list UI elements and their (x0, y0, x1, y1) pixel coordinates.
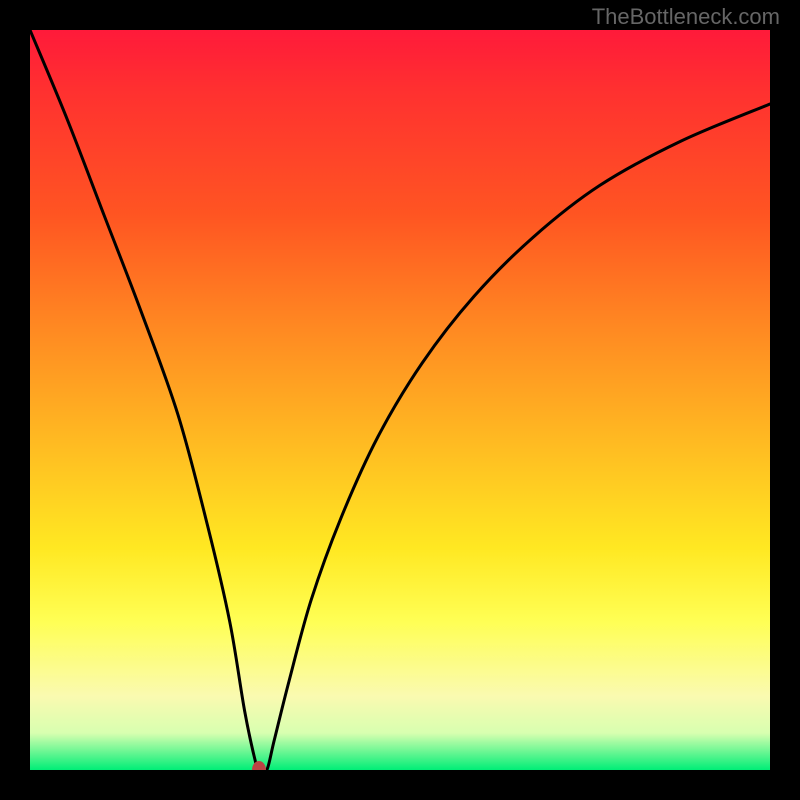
watermark-text: TheBottleneck.com (592, 4, 780, 30)
bottleneck-curve-icon (30, 30, 770, 770)
plot-area (30, 30, 770, 770)
